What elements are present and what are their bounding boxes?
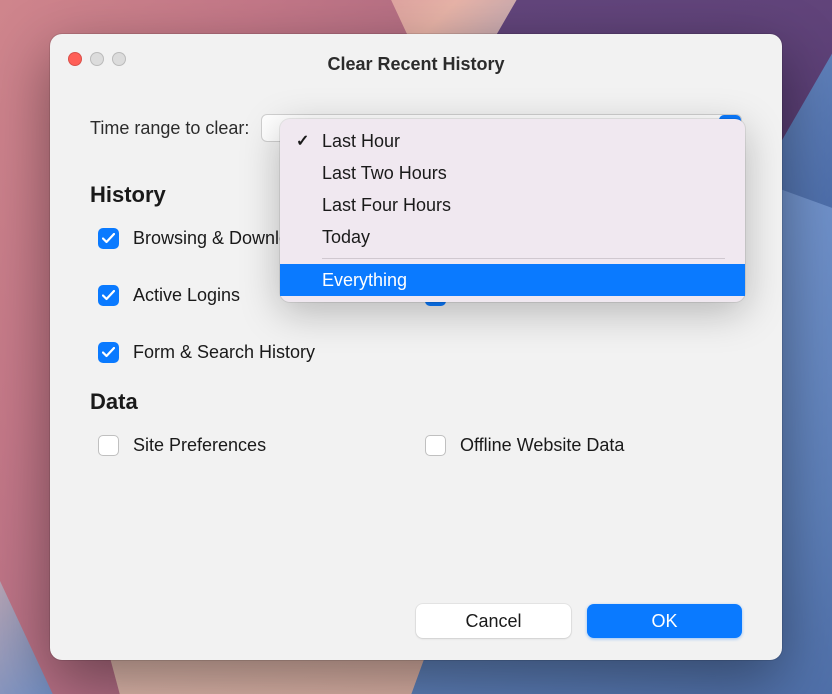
data-item-checkbox[interactable] bbox=[425, 435, 446, 456]
window-title: Clear Recent History bbox=[68, 44, 764, 75]
time-range-label: Time range to clear: bbox=[90, 118, 249, 139]
titlebar: Clear Recent History bbox=[50, 34, 782, 84]
time-range-dropdown: Last HourLast Two HoursLast Four HoursTo… bbox=[280, 119, 745, 302]
close-icon[interactable] bbox=[68, 52, 82, 66]
dropdown-option[interactable]: Last Hour bbox=[280, 125, 745, 157]
dropdown-option[interactable]: Everything bbox=[280, 264, 745, 296]
history-item-row: Form & Search History bbox=[98, 342, 415, 363]
dropdown-option[interactable]: Last Four Hours bbox=[280, 189, 745, 221]
dropdown-option[interactable]: Today bbox=[280, 221, 745, 253]
history-item-checkbox[interactable] bbox=[98, 228, 119, 249]
history-item-label: Form & Search History bbox=[133, 342, 315, 363]
data-item-checkbox[interactable] bbox=[98, 435, 119, 456]
dropdown-option[interactable]: Last Two Hours bbox=[280, 157, 745, 189]
minimize-icon bbox=[90, 52, 104, 66]
history-item-checkbox[interactable] bbox=[98, 285, 119, 306]
history-item-checkbox[interactable] bbox=[98, 342, 119, 363]
dropdown-divider bbox=[322, 258, 725, 259]
maximize-icon bbox=[112, 52, 126, 66]
data-heading: Data bbox=[90, 389, 742, 415]
data-item-label: Offline Website Data bbox=[460, 435, 624, 456]
data-item-row: Offline Website Data bbox=[425, 435, 742, 456]
data-item-label: Site Preferences bbox=[133, 435, 266, 456]
data-item-row: Site Preferences bbox=[98, 435, 415, 456]
window-controls bbox=[68, 52, 126, 66]
ok-button[interactable]: OK bbox=[587, 604, 742, 638]
clear-history-dialog: Clear Recent History Time range to clear… bbox=[50, 34, 782, 660]
cancel-button[interactable]: Cancel bbox=[416, 604, 571, 638]
history-item-label: Active Logins bbox=[133, 285, 240, 306]
